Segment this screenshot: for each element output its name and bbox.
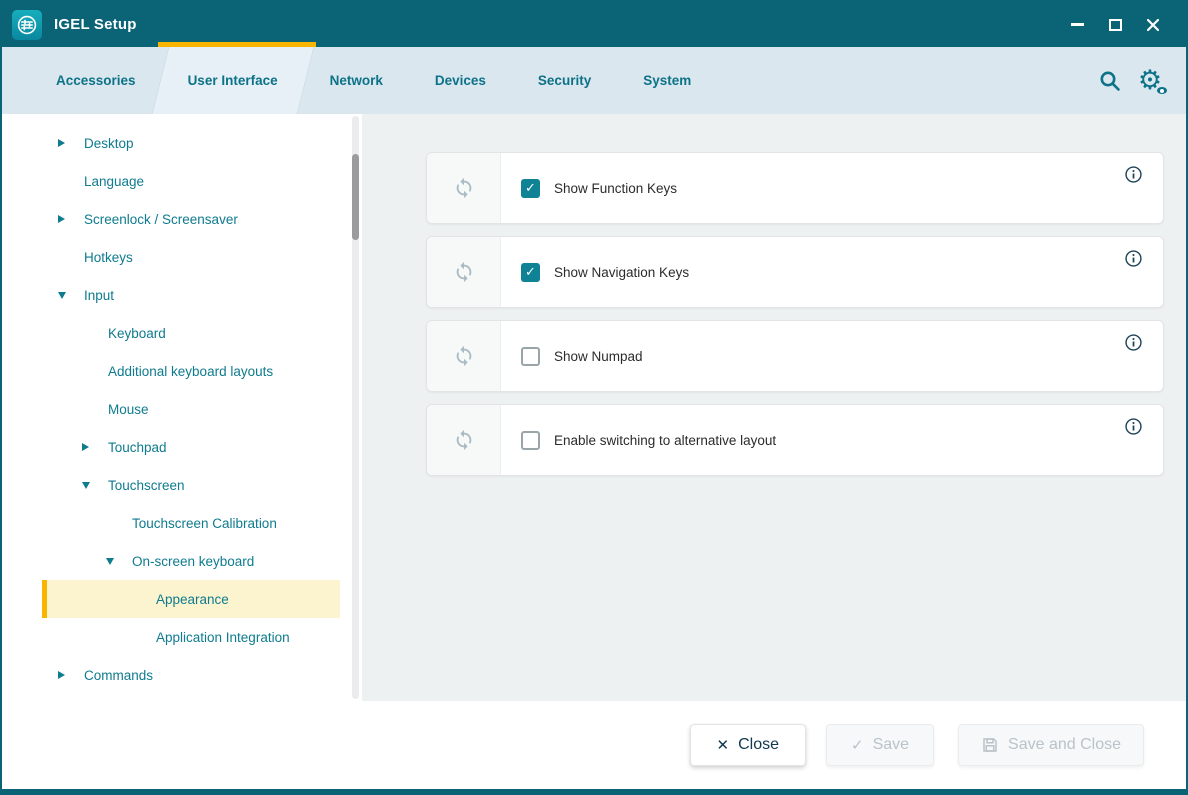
info-button[interactable] (1111, 321, 1163, 391)
close-x-icon: ✕ (717, 736, 730, 754)
close-button-label: Close (738, 736, 779, 754)
reset-to-default-button[interactable] (427, 153, 501, 223)
setting-row-show-navigation-keys: Show Navigation Keys (426, 236, 1164, 308)
setting-row-show-function-keys: Show Function Keys (426, 152, 1164, 224)
titlebar: IGEL Setup (2, 2, 1186, 47)
info-button[interactable] (1111, 405, 1163, 475)
expand-arrow-icon[interactable] (82, 443, 108, 451)
info-button[interactable] (1111, 237, 1163, 307)
tab-user-interface[interactable]: User Interface (162, 47, 304, 114)
info-icon (1124, 249, 1143, 268)
save-button-label: Save (873, 736, 909, 754)
setting-body: Enable switching to alternative layout (501, 405, 1111, 475)
collapse-arrow-icon[interactable] (106, 558, 132, 565)
sidebar-item-touchscreen-calibration[interactable]: Touchscreen Calibration (2, 504, 362, 542)
close-setup-button[interactable]: ✕ Close (690, 724, 806, 766)
checkbox-show-function-keys[interactable] (521, 179, 540, 198)
maximize-button[interactable] (1096, 8, 1134, 42)
setting-body: Show Numpad (501, 321, 1111, 391)
sidebar-scrollbar[interactable] (352, 116, 359, 699)
expand-arrow-icon[interactable] (58, 671, 84, 679)
scrollbar-thumb[interactable] (352, 154, 359, 240)
tab-devices[interactable]: Devices (409, 47, 512, 114)
sidebar-item-commands[interactable]: Commands (2, 656, 362, 694)
sidebar-item-input[interactable]: Input (2, 276, 362, 314)
checkbox-enable-alternative-layout[interactable] (521, 431, 540, 450)
check-icon: ✓ (851, 736, 864, 754)
sidebar-item-language[interactable]: Language (2, 162, 362, 200)
reset-to-default-button[interactable] (427, 321, 501, 391)
sidebar-item-application-integration[interactable]: Application Integration (2, 618, 362, 656)
sidebar-item-screenlock-screensaver[interactable]: Screenlock / Screensaver (2, 200, 362, 238)
info-icon (1124, 165, 1143, 184)
eye-icon (1155, 85, 1169, 96)
tab-network[interactable]: Network (304, 47, 409, 114)
sync-icon (453, 345, 475, 367)
setup-settings-button[interactable]: ⚙ (1130, 47, 1170, 114)
reset-to-default-button[interactable] (427, 237, 501, 307)
reset-to-default-button[interactable] (427, 405, 501, 475)
tab-system[interactable]: System (617, 47, 717, 114)
setting-body: Show Function Keys (501, 153, 1111, 223)
close-icon (1146, 18, 1160, 32)
maximize-icon (1109, 19, 1122, 31)
search-icon (1097, 68, 1123, 94)
checkbox-show-numpad[interactable] (521, 347, 540, 366)
sidebar-item-on-screen-keyboard[interactable]: On-screen keyboard (2, 542, 362, 580)
tabbar-spacer (717, 47, 1090, 114)
settings-panel: Show Function Keys (362, 114, 1186, 701)
sync-icon (453, 177, 475, 199)
expand-arrow-icon[interactable] (58, 215, 84, 223)
sidebar-item-mouse[interactable]: Mouse (2, 390, 362, 428)
window-close-button[interactable] (1134, 8, 1172, 42)
save-and-close-button[interactable]: Save and Close (958, 724, 1144, 766)
sync-icon (453, 261, 475, 283)
content-area: Desktop Language Screenlock / Screensave… (2, 114, 1186, 701)
info-button[interactable] (1111, 153, 1163, 223)
setting-body: Show Navigation Keys (501, 237, 1111, 307)
sidebar-item-hotkeys[interactable]: Hotkeys (2, 238, 362, 276)
active-tab-indicator (158, 42, 316, 47)
tab-bar: Accessories User Interface Network Devic… (2, 47, 1186, 114)
collapse-arrow-icon[interactable] (58, 292, 84, 299)
igel-setup-window: IGEL Setup Accessories User Interface Ne… (0, 0, 1188, 795)
sidebar-item-keyboard[interactable]: Keyboard (2, 314, 362, 352)
info-icon (1124, 333, 1143, 352)
tab-accessories[interactable]: Accessories (30, 47, 162, 114)
sync-icon (453, 429, 475, 451)
floppy-disk-icon (981, 736, 999, 754)
tab-security[interactable]: Security (512, 47, 617, 114)
collapse-arrow-icon[interactable] (82, 482, 108, 489)
window-title: IGEL Setup (54, 16, 137, 33)
footer-bar: ✕ Close ✓ Save Save and Close (2, 701, 1186, 789)
sidebar-item-touchscreen[interactable]: Touchscreen (2, 466, 362, 504)
save-and-close-button-label: Save and Close (1008, 736, 1121, 754)
window-controls (1058, 8, 1172, 42)
sidebar-item-appearance[interactable]: Appearance (2, 580, 362, 618)
sidebar-item-additional-keyboard-layouts[interactable]: Additional keyboard layouts (2, 352, 362, 390)
save-button[interactable]: ✓ Save (826, 724, 934, 766)
minimize-icon (1071, 23, 1084, 26)
search-button[interactable] (1090, 47, 1130, 114)
expand-arrow-icon[interactable] (58, 139, 84, 147)
setting-row-show-numpad: Show Numpad (426, 320, 1164, 392)
igel-logo-icon (12, 10, 42, 40)
sidebar-item-touchpad[interactable]: Touchpad (2, 428, 362, 466)
gear-eye-icon: ⚙ (1134, 65, 1166, 97)
setting-row-enable-alternative-layout: Enable switching to alternative layout (426, 404, 1164, 476)
checkbox-show-navigation-keys[interactable] (521, 263, 540, 282)
minimize-button[interactable] (1058, 8, 1096, 42)
sidebar-item-desktop[interactable]: Desktop (2, 124, 362, 162)
sidebar-tree: Desktop Language Screenlock / Screensave… (2, 114, 362, 701)
info-icon (1124, 417, 1143, 436)
